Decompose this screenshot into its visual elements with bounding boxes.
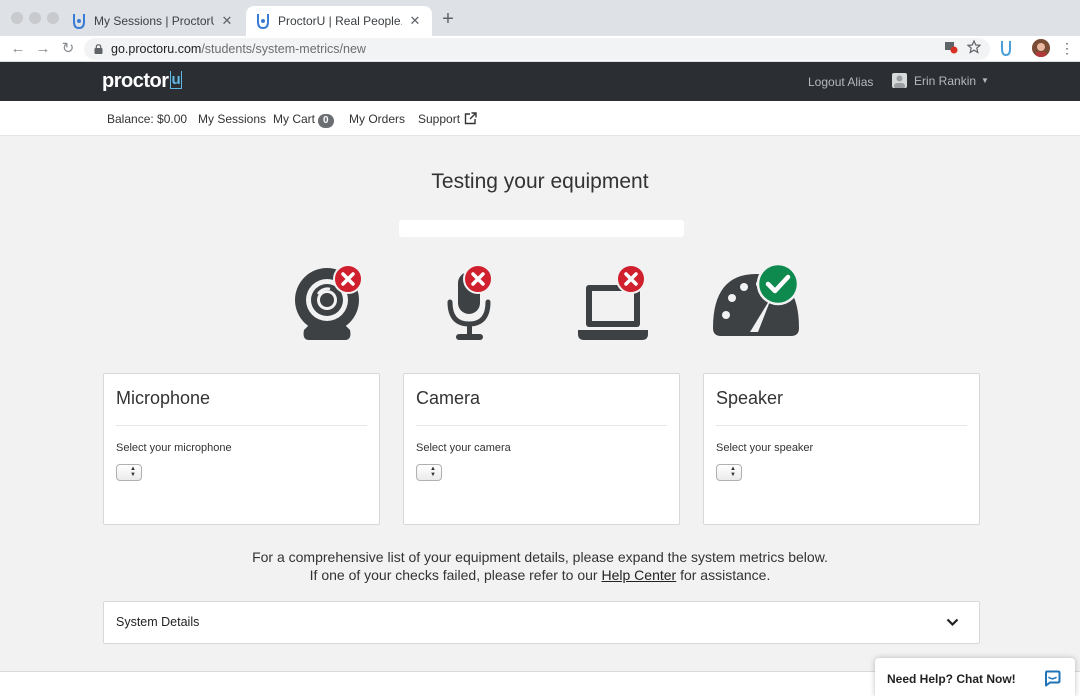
chat-label: Need Help? Chat Now! — [887, 672, 1016, 686]
chat-bubble-icon — [1045, 670, 1061, 687]
microphone-card: Microphone Select your microphone ▲ ▼ — [103, 373, 380, 525]
support-label: Support — [418, 112, 461, 126]
card-divider — [716, 425, 967, 426]
card-label: Select your microphone — [116, 442, 232, 454]
microphone-select[interactable]: ▲ ▼ — [116, 464, 142, 481]
help-center-link[interactable]: Help Center — [601, 567, 676, 583]
forward-arrow-icon[interactable]: → — [34, 39, 52, 59]
browser-toolbar: ← → ↻ go.proctoru.com/students/system-me… — [0, 36, 1080, 62]
proctoru-favicon-icon — [257, 14, 269, 29]
caret-down-icon: ▼ — [981, 76, 989, 85]
blocked-popup-icon[interactable] — [944, 40, 958, 54]
card-divider — [416, 425, 667, 426]
system-details-panel[interactable]: System Details — [103, 601, 980, 644]
browser-tab-bar: My Sessions | ProctorU ✕ ProctorU | Real… — [0, 0, 1080, 36]
user-menu[interactable]: Erin Rankin ▼ — [892, 73, 989, 88]
speaker-card: Speaker Select your speaker ▲ ▼ — [703, 373, 980, 525]
page-title: Testing your equipment — [431, 170, 649, 193]
external-link-icon — [464, 112, 477, 125]
logo-u: u — [169, 71, 183, 89]
browser-tab-proctoru[interactable]: ProctorU | Real People. Real Proctors. ✕ — [246, 6, 432, 36]
my-cart-link[interactable]: My Cart 0 — [273, 112, 334, 128]
proctoru-logo[interactable]: proctor u — [102, 70, 183, 93]
select-arrows-icon: ▲ ▼ — [430, 466, 436, 478]
url-host: go.proctoru.com — [111, 42, 202, 56]
logout-alias-link[interactable]: Logout Alias — [808, 75, 873, 89]
fail-x-icon — [616, 264, 646, 294]
new-tab-icon[interactable]: + — [438, 9, 458, 29]
user-name: Erin Rankin — [914, 73, 977, 88]
info-text: If one of your checks failed, please ref… — [309, 567, 602, 583]
user-avatar-icon — [892, 73, 907, 88]
window-minimize-button[interactable] — [29, 12, 41, 24]
profile-photo-icon — [1032, 39, 1050, 57]
tab-title: My Sessions | ProctorU — [94, 14, 214, 28]
my-sessions-link[interactable]: My Sessions — [198, 112, 266, 126]
proctoru-extension-icon[interactable] — [1000, 40, 1012, 56]
card-label: Select your camera — [416, 442, 511, 454]
site-header: proctor u Logout Alias Erin Rankin ▼ — [0, 62, 1080, 101]
progress-bar — [399, 220, 684, 237]
tab-close-icon[interactable]: ✕ — [408, 13, 422, 29]
speaker-select[interactable]: ▲ ▼ — [716, 464, 742, 481]
logo-text: proctor — [102, 70, 169, 92]
sub-navigation: Balance: $0.00 My Sessions My Cart 0 My O… — [0, 101, 1080, 136]
reload-icon[interactable]: ↻ — [59, 39, 77, 59]
url-path: /students/system-metrics/new — [201, 42, 366, 56]
support-link[interactable]: Support — [418, 112, 477, 126]
camera-card: Camera Select your camera ▲ ▼ — [403, 373, 680, 525]
window-maximize-button[interactable] — [47, 12, 59, 24]
tab-close-icon[interactable]: ✕ — [220, 13, 234, 29]
system-details-title: System Details — [116, 615, 200, 629]
card-title: Microphone — [116, 388, 211, 408]
pass-check-icon — [756, 262, 800, 306]
address-bar[interactable]: go.proctoru.com/students/system-metrics/… — [84, 38, 990, 60]
chat-widget[interactable]: Need Help? Chat Now! — [875, 658, 1075, 696]
info-line-2: If one of your checks failed, please ref… — [0, 567, 1080, 583]
cart-count-badge: 0 — [318, 114, 334, 128]
browser-tab-my-sessions[interactable]: My Sessions | ProctorU ✕ — [62, 6, 244, 36]
bookmark-star-icon[interactable] — [967, 40, 981, 54]
window-close-button[interactable] — [11, 12, 23, 24]
info-text: for assistance. — [676, 567, 771, 583]
fail-x-icon — [463, 264, 493, 294]
card-title: Speaker — [716, 388, 784, 408]
card-divider — [116, 425, 367, 426]
select-arrows-icon: ▲ ▼ — [730, 466, 736, 478]
proctoru-favicon-icon — [73, 14, 85, 29]
fail-x-icon — [333, 264, 363, 294]
card-title: Camera — [416, 388, 481, 408]
select-arrows-icon: ▲ ▼ — [130, 466, 136, 478]
tab-title: ProctorU | Real People. Real Proctors. — [278, 14, 402, 28]
my-cart-label: My Cart — [273, 112, 315, 126]
lock-icon — [94, 44, 103, 54]
chevron-down-icon[interactable] — [946, 618, 959, 627]
browser-menu-icon[interactable]: ⋮ — [1060, 40, 1074, 56]
my-orders-link[interactable]: My Orders — [349, 112, 405, 126]
back-arrow-icon[interactable]: ← — [9, 39, 27, 59]
profile-avatar[interactable] — [1032, 39, 1050, 57]
info-line-1: For a comprehensive list of your equipme… — [252, 549, 828, 565]
balance-link[interactable]: Balance: $0.00 — [107, 112, 187, 126]
camera-select[interactable]: ▲ ▼ — [416, 464, 442, 481]
card-label: Select your speaker — [716, 442, 814, 454]
